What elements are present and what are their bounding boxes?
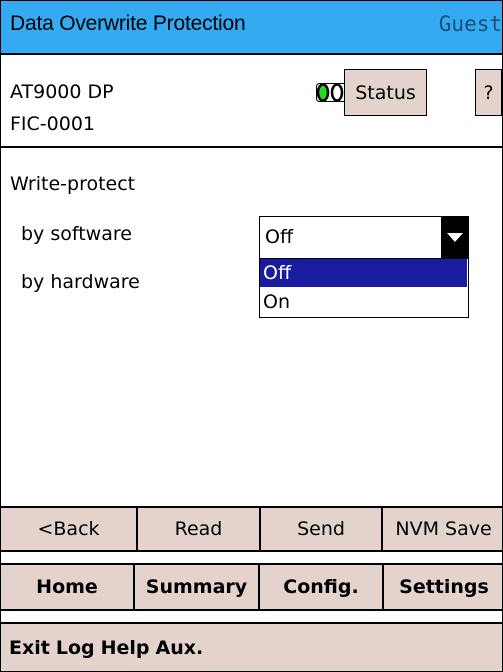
nvm-save-button[interactable]: NVM Save [383, 508, 502, 550]
log-menu[interactable]: Log [56, 637, 95, 659]
aux-bar: Exit Log Help Aux. [1, 622, 502, 671]
software-label: by software [21, 223, 132, 245]
settings-tab[interactable]: Settings [384, 565, 502, 609]
send-button[interactable]: Send [261, 508, 383, 550]
hardware-label: by hardware [21, 271, 140, 293]
section-heading: Write-protect [10, 173, 136, 195]
action-bar: <Back Read Send NVM Save [1, 506, 502, 552]
dropdown-arrow-icon[interactable] [441, 217, 468, 258]
help-menu[interactable]: Help [101, 637, 150, 659]
dropdown-option-off[interactable]: Off [260, 259, 467, 287]
software-select[interactable]: Off [259, 216, 469, 260]
app-window: Data Overwrite Protection Guest AT9000 D… [0, 0, 503, 672]
device-tag: FIC-0001 [10, 113, 96, 135]
page-title: Data Overwrite Protection [10, 12, 246, 35]
read-button[interactable]: Read [138, 508, 261, 550]
aux-menu-item[interactable]: Aux. [156, 637, 204, 659]
summary-tab[interactable]: Summary [135, 565, 260, 609]
user-label: Guest [438, 12, 502, 36]
device-model: AT9000 DP [10, 81, 114, 103]
help-button[interactable]: ? [475, 69, 502, 116]
exit-menu[interactable]: Exit [9, 637, 50, 659]
config-tab[interactable]: Config. [260, 565, 384, 609]
status-button[interactable]: Status [344, 69, 427, 116]
dropdown-list: Off On [259, 258, 469, 318]
nav-bar: Home Summary Config. Settings [1, 563, 502, 611]
aux-menu: Exit Log Help Aux. [9, 624, 203, 671]
software-select-value: Off [265, 226, 294, 248]
header-divider [1, 146, 502, 148]
led-grey-1 [330, 83, 344, 102]
led-green [316, 83, 330, 102]
home-tab[interactable]: Home [1, 565, 135, 609]
title-bar: Data Overwrite Protection Guest [1, 1, 502, 55]
back-button[interactable]: <Back [1, 508, 138, 550]
dropdown-option-on[interactable]: On [260, 288, 467, 316]
